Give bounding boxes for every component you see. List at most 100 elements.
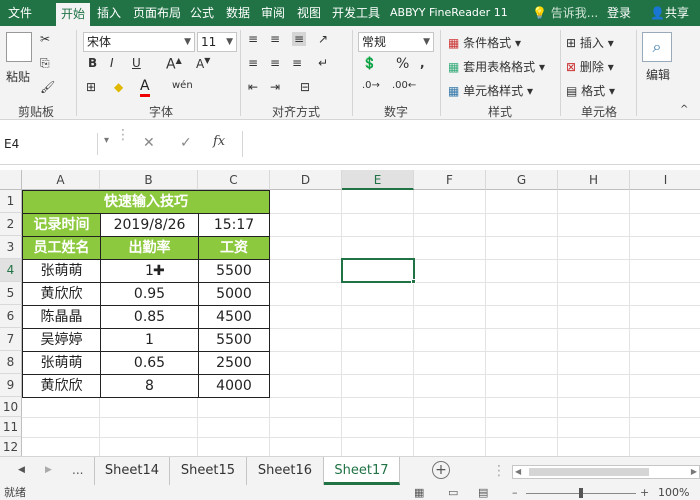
scroll-left-icon[interactable]: ◀ — [18, 465, 25, 475]
header-cell-name[interactable]: 员工姓名 — [22, 236, 101, 260]
row-header-5[interactable]: 5 — [0, 282, 22, 305]
conditional-format-button[interactable]: ▦ 条件格式 ▾ — [448, 34, 521, 51]
table-cell[interactable]: 2500 — [198, 351, 270, 375]
cut-icon[interactable]: ✂ — [40, 32, 50, 46]
page-layout-view-icon[interactable]: ▭ — [448, 486, 458, 499]
table-cell[interactable]: 5500 — [198, 259, 270, 283]
bold-button[interactable]: B — [88, 56, 97, 70]
row-header-8[interactable]: 8 — [0, 351, 22, 374]
share-button[interactable]: 👤共享 — [645, 0, 694, 26]
align-right-icon[interactable]: ≡ — [292, 56, 302, 70]
column-header-i[interactable]: I — [630, 170, 700, 190]
table-cell[interactable]: 黄欣欣 — [22, 374, 101, 398]
decrease-decimal-icon[interactable]: .00← — [392, 80, 416, 91]
add-sheet-icon[interactable]: + — [432, 461, 450, 479]
record-time-cell[interactable]: 15:17 — [198, 213, 270, 237]
record-time-label-cell[interactable]: 记录时间 — [22, 213, 101, 237]
wrap-text-icon[interactable]: ↵ — [318, 56, 328, 70]
active-cell-e4[interactable] — [341, 258, 415, 283]
table-cell[interactable]: 5000 — [198, 282, 270, 306]
increase-indent-icon[interactable]: ⇥ — [270, 80, 280, 94]
column-header-g[interactable]: G — [486, 170, 558, 190]
tab-view[interactable]: 视图 — [292, 0, 326, 26]
tell-me-box[interactable]: 💡 告诉我... — [527, 0, 603, 26]
border-icon[interactable]: ⊞ — [86, 80, 96, 94]
tab-page-layout[interactable]: 页面布局 — [128, 0, 186, 26]
row-header-11[interactable]: 11 — [0, 417, 22, 437]
cancel-icon[interactable]: ✕ — [143, 135, 155, 151]
worksheet-grid[interactable]: A B C D E F G H I 1 2 3 4 5 6 7 8 9 10 1… — [0, 166, 700, 456]
function-icon[interactable]: fx — [213, 134, 225, 149]
normal-view-icon[interactable]: ▦ — [414, 486, 424, 499]
align-center-icon[interactable]: ≡ — [270, 56, 280, 70]
row-header-7[interactable]: 7 — [0, 328, 22, 351]
record-date-cell[interactable]: 2019/8/26 — [100, 213, 199, 237]
more-sheets-button[interactable]: ... — [72, 463, 83, 477]
sheet-tab-sheet16[interactable]: Sheet16 — [247, 457, 324, 485]
column-header-h[interactable]: H — [558, 170, 630, 190]
table-cell[interactable]: 陈晶晶 — [22, 305, 101, 329]
font-name-select[interactable]: 宋体 ▼ — [83, 32, 195, 52]
tab-data[interactable]: 数据 — [221, 0, 255, 26]
tab-formulas[interactable]: 公式 — [185, 0, 219, 26]
row-header-9[interactable]: 9 — [0, 374, 22, 397]
row-header-4[interactable]: 4 — [0, 259, 22, 282]
table-cell[interactable]: 0.65 — [100, 351, 199, 375]
login-link[interactable]: 登录 — [602, 0, 636, 26]
table-cell[interactable]: 吴婷婷 — [22, 328, 101, 352]
decrease-indent-icon[interactable]: ⇤ — [248, 80, 258, 94]
increase-decimal-icon[interactable]: .0→ — [362, 80, 380, 91]
paste-button[interactable]: 粘贴 — [6, 68, 30, 85]
select-all-corner[interactable] — [0, 170, 22, 190]
row-header-6[interactable]: 6 — [0, 305, 22, 328]
table-cell[interactable]: 4000 — [198, 374, 270, 398]
phonetic-button[interactable]: wén — [172, 80, 193, 91]
delete-cells-button[interactable]: ⊠ 删除 ▾ — [566, 58, 614, 75]
merge-center-icon[interactable]: ⊟ — [300, 80, 310, 94]
tab-review[interactable]: 审阅 — [256, 0, 290, 26]
name-box[interactable]: E4 — [0, 133, 98, 155]
column-header-d[interactable]: D — [270, 170, 342, 190]
font-size-select[interactable]: 11 ▼ — [197, 32, 237, 52]
row-header-2[interactable]: 2 — [0, 213, 22, 236]
table-cell[interactable]: 张萌萌 — [22, 351, 101, 375]
table-cell[interactable]: 0.95 — [100, 282, 199, 306]
currency-icon[interactable]: 💲 — [362, 56, 377, 70]
tab-abbyy[interactable]: ABBYY FineReader 11 — [385, 0, 513, 26]
table-format-button[interactable]: ▦ 套用表格格式 ▾ — [448, 58, 545, 75]
align-middle-icon[interactable]: ≡ — [270, 32, 280, 46]
column-header-f[interactable]: F — [414, 170, 486, 190]
number-format-select[interactable]: 常规 ▼ — [358, 32, 434, 52]
table-cell[interactable]: 1 — [100, 259, 199, 283]
tab-developer[interactable]: 开发工具 — [327, 0, 385, 26]
font-shrink-icon[interactable]: A▼ — [196, 56, 210, 71]
column-header-a[interactable]: A — [22, 170, 100, 190]
scrollbar-left-arrow-icon[interactable]: ◀ — [515, 467, 521, 476]
tab-split-grip-icon[interactable]: ⋮ — [492, 463, 506, 479]
underline-button[interactable]: U — [132, 56, 141, 70]
insert-cells-button[interactable]: ⊞ 插入 ▾ — [566, 34, 614, 51]
table-cell[interactable]: 黄欣欣 — [22, 282, 101, 306]
row-header-1[interactable]: 1 — [0, 190, 22, 213]
row-header-12[interactable]: 12 — [0, 437, 22, 456]
column-header-b[interactable]: B — [100, 170, 198, 190]
font-color-button[interactable]: A — [140, 78, 150, 97]
name-box-dropdown-icon[interactable]: ▾ — [104, 135, 109, 146]
table-cell[interactable]: 5500 — [198, 328, 270, 352]
table-cell[interactable]: 0.85 — [100, 305, 199, 329]
column-header-c[interactable]: C — [198, 170, 270, 190]
align-top-icon[interactable]: ≡ — [248, 32, 258, 46]
font-grow-icon[interactable]: A▲ — [166, 56, 182, 73]
tab-home[interactable]: 开始 — [56, 3, 91, 26]
tab-file[interactable]: 文件 — [3, 0, 37, 26]
collapse-ribbon-icon[interactable]: ^ — [680, 104, 688, 115]
sheet-tab-sheet17[interactable]: Sheet17 — [324, 457, 400, 485]
edit-button[interactable]: 编辑 — [646, 66, 670, 83]
formula-input[interactable] — [242, 131, 700, 157]
scrollbar-right-arrow-icon[interactable]: ▶ — [691, 467, 697, 476]
zoom-in-icon[interactable]: + — [640, 486, 649, 499]
table-cell[interactable]: 4500 — [198, 305, 270, 329]
fill-color-icon[interactable]: ◆ — [114, 80, 123, 94]
table-cell[interactable]: 1 — [100, 328, 199, 352]
fill-handle[interactable] — [411, 279, 416, 284]
